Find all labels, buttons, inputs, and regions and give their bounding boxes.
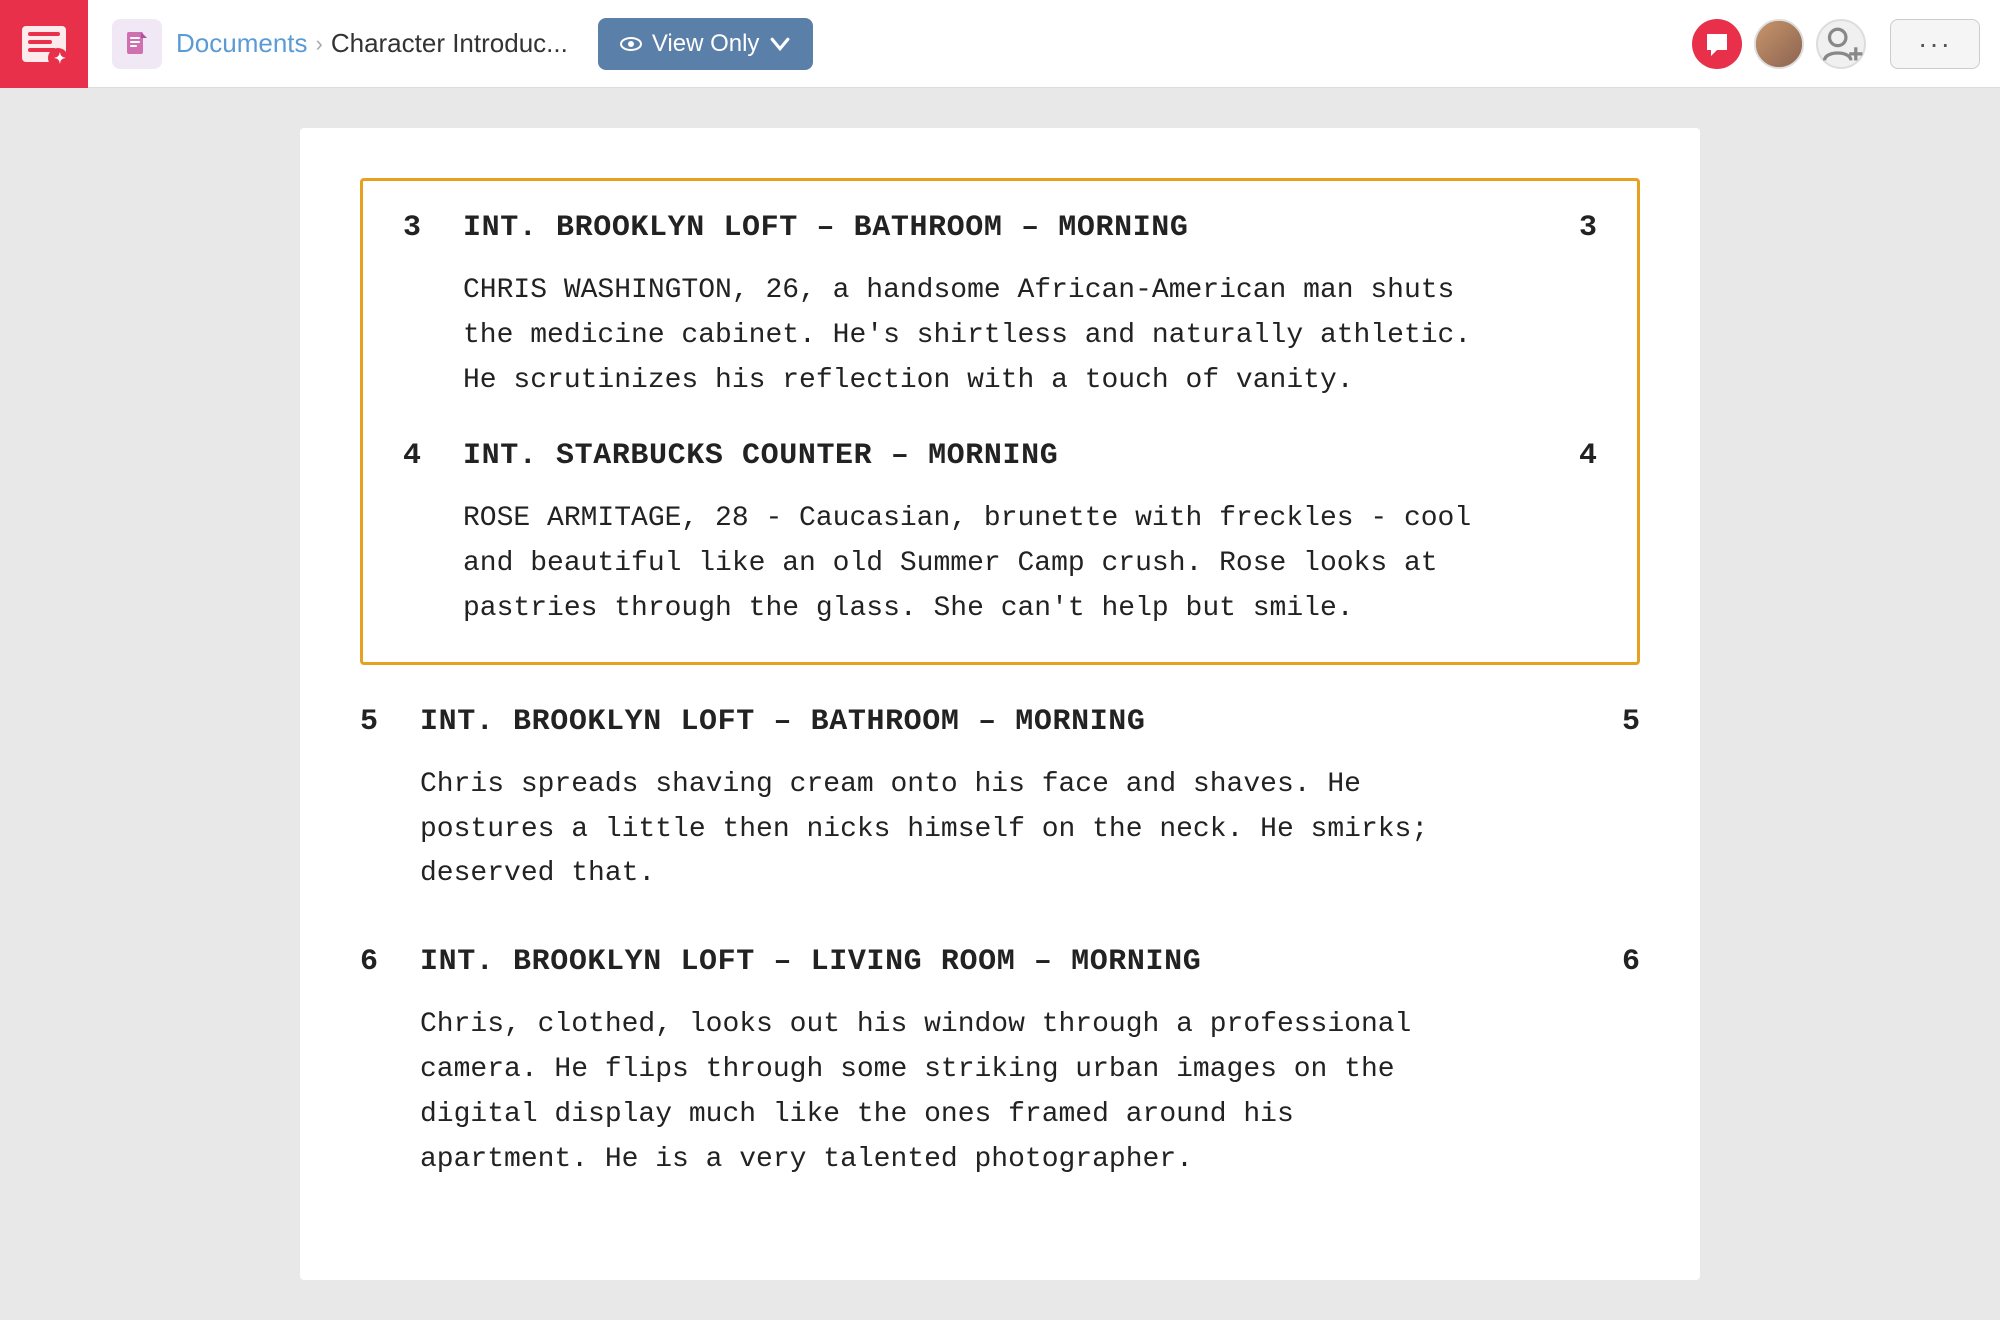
more-dots: ···: [1918, 28, 1952, 60]
scene-4-number-right: 4: [1579, 439, 1597, 473]
breadcrumb-current-page: Character Introduc...: [331, 28, 568, 59]
eye-icon: [620, 33, 642, 55]
chat-icon: [1703, 30, 1731, 58]
scene-5-number-left: 5: [360, 705, 390, 739]
scene-3: 3 INT. BROOKLYN LOFT – BATHROOM – MORNIN…: [403, 211, 1597, 403]
view-only-label: View Only: [652, 30, 760, 58]
breadcrumb: Documents › Character Introduc...: [176, 28, 568, 59]
highlighted-scenes-block: 3 INT. BROOKLYN LOFT – BATHROOM – MORNIN…: [360, 178, 1640, 665]
scene-4-heading-text: INT. STARBUCKS COUNTER – MORNING: [463, 439, 1058, 473]
scene-6-number-right: 6: [1622, 945, 1640, 979]
top-bar: ✦ Documents › Character Introduc... View…: [0, 0, 2000, 88]
chevron-down-icon: [769, 33, 791, 55]
user-avatar[interactable]: [1754, 19, 1804, 69]
chat-avatar[interactable]: [1692, 19, 1742, 69]
svg-text:✦: ✦: [54, 50, 66, 66]
scene-5: 5 INT. BROOKLYN LOFT – BATHROOM – MORNIN…: [360, 705, 1640, 897]
scene-3-number-right: 3: [1579, 211, 1597, 245]
scene-3-action: CHRIS WASHINGTON, 26, a handsome African…: [403, 269, 1597, 403]
scene-3-heading-row: 3 INT. BROOKLYN LOFT – BATHROOM – MORNIN…: [403, 211, 1597, 245]
scene-6-action: Chris, clothed, looks out his window thr…: [360, 1003, 1640, 1182]
scene-6-heading-left: 6 INT. BROOKLYN LOFT – LIVING ROOM – MOR…: [360, 945, 1201, 979]
scene-6: 6 INT. BROOKLYN LOFT – LIVING ROOM – MOR…: [360, 945, 1640, 1182]
scene-4-number-left: 4: [403, 439, 433, 473]
scene-5-heading-row: 5 INT. BROOKLYN LOFT – BATHROOM – MORNIN…: [360, 705, 1640, 739]
scene-4-heading-left: 4 INT. STARBUCKS COUNTER – MORNING: [403, 439, 1058, 473]
breadcrumb-separator: ›: [316, 31, 323, 57]
more-button[interactable]: ···: [1890, 19, 1980, 69]
scene-5-number-right: 5: [1622, 705, 1640, 739]
breadcrumb-documents-link[interactable]: Documents: [176, 28, 308, 59]
scene-6-heading-row: 6 INT. BROOKLYN LOFT – LIVING ROOM – MOR…: [360, 945, 1640, 979]
top-bar-right: ···: [1692, 19, 1980, 69]
scene-5-action: Chris spreads shaving cream onto his fac…: [360, 763, 1640, 897]
add-user-icon: [1818, 21, 1864, 67]
scene-3-number-left: 3: [403, 211, 433, 245]
app-logo[interactable]: ✦: [0, 0, 88, 88]
scene-4-heading-row: 4 INT. STARBUCKS COUNTER – MORNING 4: [403, 439, 1597, 473]
nav-doc-icon[interactable]: [112, 19, 162, 69]
user-avatar-image: [1756, 21, 1802, 67]
view-only-button[interactable]: View Only: [598, 18, 814, 70]
scene-5-heading-text: INT. BROOKLYN LOFT – BATHROOM – MORNING: [420, 705, 1146, 739]
scene-6-heading-text: INT. BROOKLYN LOFT – LIVING ROOM – MORNI…: [420, 945, 1201, 979]
scene-3-heading-text: INT. BROOKLYN LOFT – BATHROOM – MORNING: [463, 211, 1189, 245]
script-container: 3 INT. BROOKLYN LOFT – BATHROOM – MORNIN…: [300, 128, 1700, 1280]
scene-4: 4 INT. STARBUCKS COUNTER – MORNING 4 ROS…: [403, 439, 1597, 631]
scene-3-heading-left: 3 INT. BROOKLYN LOFT – BATHROOM – MORNIN…: [403, 211, 1189, 245]
main-content: 3 INT. BROOKLYN LOFT – BATHROOM – MORNIN…: [0, 88, 2000, 1320]
scene-5-heading-left: 5 INT. BROOKLYN LOFT – BATHROOM – MORNIN…: [360, 705, 1146, 739]
scene-4-action: ROSE ARMITAGE, 28 - Caucasian, brunette …: [403, 497, 1597, 631]
add-user-avatar[interactable]: [1816, 19, 1866, 69]
scene-6-number-left: 6: [360, 945, 390, 979]
